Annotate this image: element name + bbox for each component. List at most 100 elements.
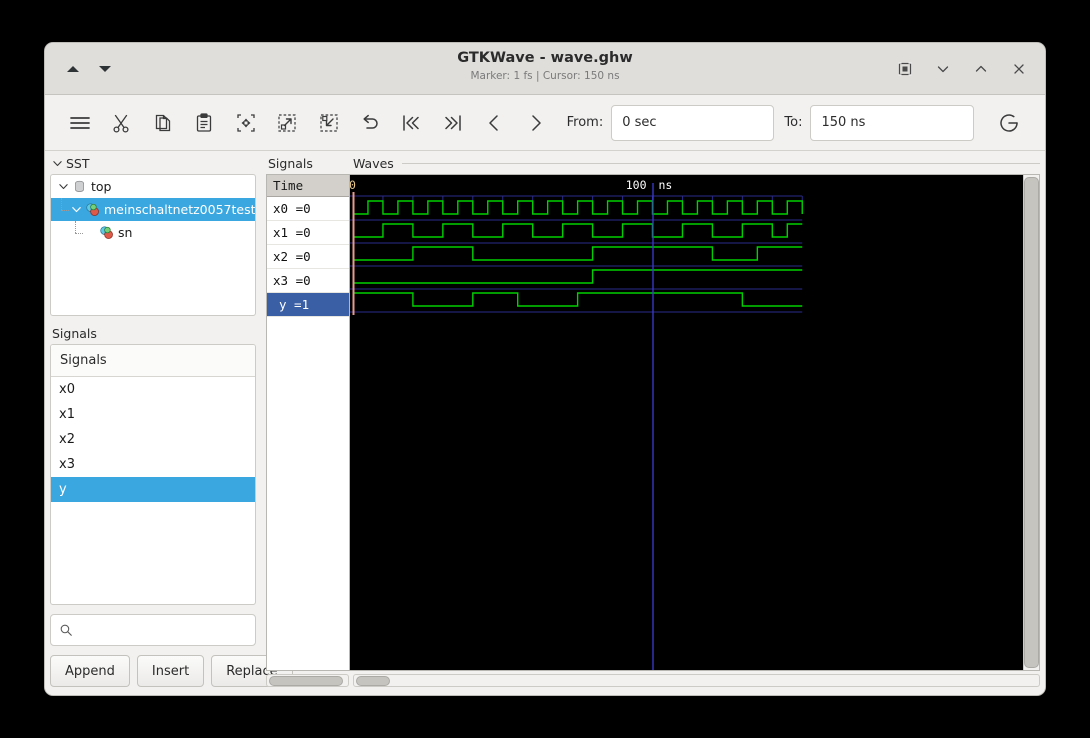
waves-frame-label: Waves: [351, 156, 1040, 174]
sst-node-label: meinschaltnetz0057testb: [104, 202, 255, 217]
window-title-block: GTKWave - wave.ghw Marker: 1 fs | Cursor…: [45, 50, 1045, 83]
triangle-down-icon[interactable]: [99, 65, 111, 72]
gtkwave-window: GTKWave - wave.ghw Marker: 1 fs | Cursor…: [45, 43, 1045, 695]
clipboard-paste-icon: [196, 112, 212, 132]
chevron-down-icon[interactable]: [70, 204, 82, 216]
wave-names-empty-area: [267, 317, 349, 670]
wave-name-row-y[interactable]: y =1: [267, 293, 349, 317]
zoom-in-icon: [278, 113, 296, 132]
window-subtitle-status: Marker: 1 fs | Cursor: 150 ns: [470, 70, 620, 82]
signals-label-text: Signals: [52, 326, 97, 341]
waveform-canvas[interactable]: 0 100 ns: [350, 175, 1023, 670]
main-toolbar: From: 0 sec To: 150 ns: [45, 95, 1045, 151]
time-column-header: Time: [267, 175, 349, 197]
wave-frame-labels: Signals Waves: [266, 156, 1040, 174]
zoom-fit-button[interactable]: [225, 104, 266, 142]
titlebar-nav-buttons: [57, 65, 111, 72]
sst-node-meinschaltnetz0057testb[interactable]: meinschaltnetz0057testb: [51, 198, 255, 221]
chevron-down-icon[interactable]: [935, 61, 951, 77]
wave-names-frame-label: Signals: [266, 156, 351, 174]
prev-edge-button[interactable]: [474, 104, 515, 142]
reload-button[interactable]: [988, 104, 1031, 142]
wave-name-row-x1[interactable]: x1 =0: [267, 221, 349, 245]
left-column: SST top meinschaltnetz0057testb sn Signa…: [45, 151, 293, 695]
goto-end-button[interactable]: [432, 104, 473, 142]
waves-label-text: Waves: [353, 156, 394, 171]
wave-name-row-x0[interactable]: x0 =0: [267, 197, 349, 221]
chevron-down-icon[interactable]: [52, 158, 63, 169]
goto-start-button[interactable]: [391, 104, 432, 142]
scrollbar-thumb[interactable]: [1024, 177, 1039, 668]
to-input[interactable]: 150 ns: [810, 104, 974, 141]
sst-tree[interactable]: top meinschaltnetz0057testb sn: [50, 174, 256, 316]
zoom-out-button[interactable]: [308, 104, 349, 142]
undo-arrow-icon: [363, 114, 378, 129]
wave-name-row-x3[interactable]: x3 =0: [267, 269, 349, 293]
scrollbar-thumb[interactable]: [356, 675, 390, 686]
skip-to-start-icon: [403, 114, 420, 131]
wave-names-pane[interactable]: Time x0 =0 x1 =0 x2 =0 x3 =0 y =1: [266, 174, 349, 671]
waveform-vertical-scrollbar[interactable]: [1023, 175, 1039, 670]
triangle-up-icon[interactable]: [67, 65, 79, 72]
wave-name-row-x2[interactable]: x2 =0: [267, 245, 349, 269]
sst-node-sn[interactable]: sn: [51, 221, 255, 244]
hamburger-menu-icon: [69, 116, 90, 129]
signals-list-panel[interactable]: Signals x0 x1 x2 x3 y: [50, 344, 256, 605]
tree-guide-line: [71, 221, 84, 244]
append-button[interactable]: Append: [50, 655, 130, 687]
undo-button[interactable]: [349, 104, 390, 142]
from-input[interactable]: 0 sec: [611, 104, 775, 141]
reload-icon: [1000, 113, 1019, 132]
insert-button[interactable]: Insert: [136, 655, 205, 687]
module-icon: [72, 179, 87, 194]
sst-node-top[interactable]: top: [51, 175, 255, 198]
menu-button[interactable]: [59, 104, 100, 142]
waveform-plot[interactable]: 0 100 ns: [350, 175, 1023, 670]
sst-node-label: top: [91, 179, 112, 194]
sst-label-text: SST: [66, 156, 90, 171]
chevron-right-icon: [532, 114, 541, 131]
copy-button[interactable]: [142, 104, 183, 142]
svg-text:ns: ns: [659, 178, 673, 192]
signals-list-header: Signals: [51, 345, 255, 377]
search-icon: [60, 624, 72, 636]
restore-icon[interactable]: [897, 61, 913, 77]
pane-splitter[interactable]: [256, 151, 266, 695]
instance-icon: [85, 202, 100, 217]
main-body: SST top meinschaltnetz0057testb sn Signa…: [45, 151, 1045, 695]
svg-text:100: 100: [626, 178, 647, 192]
right-column: Signals Waves Time x0 =0 x1 =0 x2 =0 x3 …: [266, 151, 1045, 695]
waveform-pane: 0 100 ns: [349, 174, 1040, 671]
instance-icon: [99, 225, 114, 240]
list-item[interactable]: x1: [51, 402, 255, 427]
window-title: GTKWave - wave.ghw: [457, 50, 633, 66]
tree-guide-line: [57, 198, 70, 221]
search-input[interactable]: [50, 614, 256, 646]
cut-button[interactable]: [100, 104, 141, 142]
signals-frame-label: Signals: [50, 326, 256, 344]
zoom-out-icon: [319, 113, 338, 132]
sst-node-label: sn: [118, 225, 133, 240]
to-label: To:: [784, 115, 803, 130]
next-edge-button[interactable]: [515, 104, 556, 142]
waveform-horizontal-scrollbar[interactable]: [353, 674, 1040, 687]
skip-to-end-icon: [445, 114, 461, 131]
close-icon[interactable]: [1011, 61, 1027, 77]
list-item[interactable]: x0: [51, 377, 255, 402]
chevron-down-icon[interactable]: [57, 181, 69, 193]
list-item[interactable]: x3: [51, 452, 255, 477]
from-label: From:: [566, 115, 604, 130]
scrollbar-thumb[interactable]: [269, 675, 343, 686]
wave-names-horizontal-scrollbar[interactable]: [266, 674, 349, 687]
sst-frame-label: SST: [50, 156, 256, 174]
scissors-icon: [113, 114, 129, 133]
list-item[interactable]: x2: [51, 427, 255, 452]
zoom-in-button[interactable]: [266, 104, 307, 142]
paste-button[interactable]: [183, 104, 224, 142]
list-item[interactable]: y: [51, 477, 255, 502]
svg-text:0: 0: [350, 178, 356, 192]
divider: [401, 163, 1040, 164]
chevron-up-icon[interactable]: [973, 61, 989, 77]
chevron-left-icon: [489, 114, 499, 131]
